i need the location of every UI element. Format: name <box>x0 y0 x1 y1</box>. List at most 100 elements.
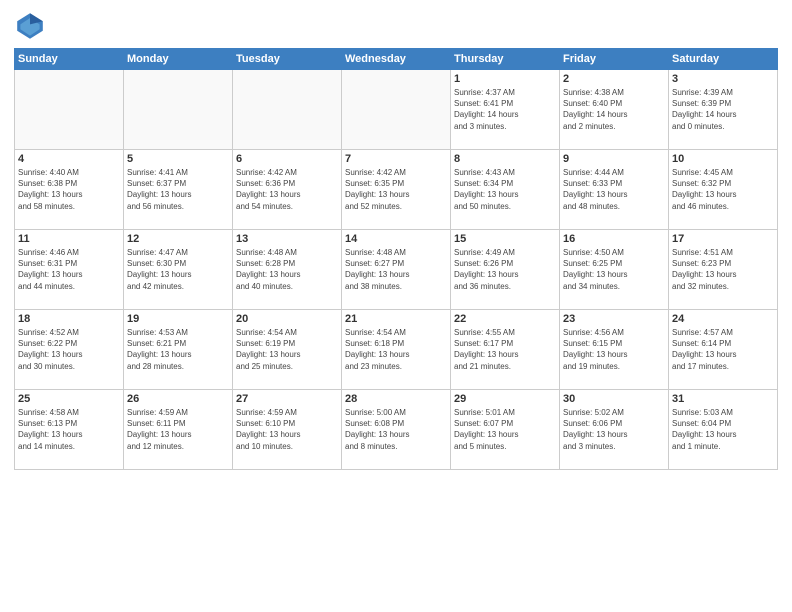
day-number: 15 <box>454 233 556 245</box>
day-cell: 6 Sunrise: 4:42 AM Sunset: 6:36 PM Daylig… <box>233 150 342 230</box>
day-info: Sunrise: 5:01 AM Sunset: 6:07 PM Dayligh… <box>454 407 556 452</box>
day-info: Sunrise: 4:37 AM Sunset: 6:41 PM Dayligh… <box>454 87 556 132</box>
day-cell: 8 Sunrise: 4:43 AM Sunset: 6:34 PM Daylig… <box>451 150 560 230</box>
day-cell: 22 Sunrise: 4:55 AM Sunset: 6:17 PM Dayli… <box>451 310 560 390</box>
day-number: 20 <box>236 313 338 325</box>
week-row-2: 4 Sunrise: 4:40 AM Sunset: 6:38 PM Daylig… <box>15 150 778 230</box>
day-info: Sunrise: 4:51 AM Sunset: 6:23 PM Dayligh… <box>672 247 774 292</box>
day-info: Sunrise: 4:40 AM Sunset: 6:38 PM Dayligh… <box>18 167 120 212</box>
day-number: 23 <box>563 313 665 325</box>
day-number: 22 <box>454 313 556 325</box>
header-cell-saturday: Saturday <box>669 49 778 70</box>
day-info: Sunrise: 4:57 AM Sunset: 6:14 PM Dayligh… <box>672 327 774 372</box>
day-cell <box>342 70 451 150</box>
day-info: Sunrise: 4:43 AM Sunset: 6:34 PM Dayligh… <box>454 167 556 212</box>
day-cell: 27 Sunrise: 4:59 AM Sunset: 6:10 PM Dayli… <box>233 390 342 470</box>
day-number: 9 <box>563 153 665 165</box>
week-row-5: 25 Sunrise: 4:58 AM Sunset: 6:13 PM Dayli… <box>15 390 778 470</box>
day-cell: 29 Sunrise: 5:01 AM Sunset: 6:07 PM Dayli… <box>451 390 560 470</box>
day-info: Sunrise: 5:03 AM Sunset: 6:04 PM Dayligh… <box>672 407 774 452</box>
day-cell: 23Sunrise: 4:56 AM Sunset: 6:15 PM Dayli… <box>560 310 669 390</box>
day-cell: 17Sunrise: 4:51 AM Sunset: 6:23 PM Dayli… <box>669 230 778 310</box>
day-cell <box>233 70 342 150</box>
page: SundayMondayTuesdayWednesdayThursdayFrid… <box>0 0 792 612</box>
day-number: 16 <box>563 233 665 245</box>
day-info: Sunrise: 4:58 AM Sunset: 6:13 PM Dayligh… <box>18 407 120 452</box>
header-cell-monday: Monday <box>124 49 233 70</box>
day-cell: 7 Sunrise: 4:42 AM Sunset: 6:35 PM Daylig… <box>342 150 451 230</box>
day-cell: 10 Sunrise: 4:45 AM Sunset: 6:32 PM Dayli… <box>669 150 778 230</box>
day-number: 8 <box>454 153 556 165</box>
header-cell-friday: Friday <box>560 49 669 70</box>
day-number: 25 <box>18 393 120 405</box>
day-number: 6 <box>236 153 338 165</box>
day-number: 2 <box>563 73 665 85</box>
day-info: Sunrise: 4:54 AM Sunset: 6:19 PM Dayligh… <box>236 327 338 372</box>
day-cell <box>124 70 233 150</box>
day-cell: 15 Sunrise: 4:49 AM Sunset: 6:26 PM Dayli… <box>451 230 560 310</box>
day-cell: 2 Sunrise: 4:38 AM Sunset: 6:40 PM Daylig… <box>560 70 669 150</box>
day-number: 27 <box>236 393 338 405</box>
day-number: 12 <box>127 233 229 245</box>
header-cell-sunday: Sunday <box>15 49 124 70</box>
header <box>14 10 778 42</box>
day-info: Sunrise: 4:42 AM Sunset: 6:35 PM Dayligh… <box>345 167 447 212</box>
day-info: Sunrise: 4:44 AM Sunset: 6:33 PM Dayligh… <box>563 167 665 212</box>
day-number: 13 <box>236 233 338 245</box>
day-number: 3 <box>672 73 774 85</box>
day-info: Sunrise: 4:48 AM Sunset: 6:28 PM Dayligh… <box>236 247 338 292</box>
logo-icon <box>14 10 46 42</box>
day-info: Sunrise: 4:38 AM Sunset: 6:40 PM Dayligh… <box>563 87 665 132</box>
day-info: Sunrise: 5:02 AM Sunset: 6:06 PM Dayligh… <box>563 407 665 452</box>
day-cell: 31 Sunrise: 5:03 AM Sunset: 6:04 PM Dayli… <box>669 390 778 470</box>
day-info: Sunrise: 4:52 AM Sunset: 6:22 PM Dayligh… <box>18 327 120 372</box>
day-cell: 13 Sunrise: 4:48 AM Sunset: 6:28 PM Dayli… <box>233 230 342 310</box>
day-info: Sunrise: 4:42 AM Sunset: 6:36 PM Dayligh… <box>236 167 338 212</box>
day-info: Sunrise: 4:59 AM Sunset: 6:11 PM Dayligh… <box>127 407 229 452</box>
day-cell: 19Sunrise: 4:53 AM Sunset: 6:21 PM Dayli… <box>124 310 233 390</box>
day-info: Sunrise: 4:50 AM Sunset: 6:25 PM Dayligh… <box>563 247 665 292</box>
day-info: Sunrise: 4:45 AM Sunset: 6:32 PM Dayligh… <box>672 167 774 212</box>
day-number: 11 <box>18 233 120 245</box>
day-number: 21 <box>345 313 447 325</box>
day-info: Sunrise: 4:46 AM Sunset: 6:31 PM Dayligh… <box>18 247 120 292</box>
header-cell-wednesday: Wednesday <box>342 49 451 70</box>
day-number: 29 <box>454 393 556 405</box>
header-row: SundayMondayTuesdayWednesdayThursdayFrid… <box>15 49 778 70</box>
day-info: Sunrise: 5:00 AM Sunset: 6:08 PM Dayligh… <box>345 407 447 452</box>
day-number: 18 <box>18 313 120 325</box>
day-number: 1 <box>454 73 556 85</box>
calendar-table: SundayMondayTuesdayWednesdayThursdayFrid… <box>14 48 778 470</box>
day-number: 31 <box>672 393 774 405</box>
day-info: Sunrise: 4:49 AM Sunset: 6:26 PM Dayligh… <box>454 247 556 292</box>
header-cell-tuesday: Tuesday <box>233 49 342 70</box>
day-number: 30 <box>563 393 665 405</box>
day-number: 4 <box>18 153 120 165</box>
day-info: Sunrise: 4:39 AM Sunset: 6:39 PM Dayligh… <box>672 87 774 132</box>
day-number: 26 <box>127 393 229 405</box>
day-cell: 18 Sunrise: 4:52 AM Sunset: 6:22 PM Dayli… <box>15 310 124 390</box>
day-info: Sunrise: 4:55 AM Sunset: 6:17 PM Dayligh… <box>454 327 556 372</box>
day-cell: 14Sunrise: 4:48 AM Sunset: 6:27 PM Dayli… <box>342 230 451 310</box>
day-number: 5 <box>127 153 229 165</box>
day-cell <box>15 70 124 150</box>
day-cell: 3 Sunrise: 4:39 AM Sunset: 6:39 PM Daylig… <box>669 70 778 150</box>
day-info: Sunrise: 4:54 AM Sunset: 6:18 PM Dayligh… <box>345 327 447 372</box>
week-row-1: 1 Sunrise: 4:37 AM Sunset: 6:41 PM Daylig… <box>15 70 778 150</box>
day-cell: 1 Sunrise: 4:37 AM Sunset: 6:41 PM Daylig… <box>451 70 560 150</box>
week-row-4: 18 Sunrise: 4:52 AM Sunset: 6:22 PM Dayli… <box>15 310 778 390</box>
day-cell: 21 Sunrise: 4:54 AM Sunset: 6:18 PM Dayli… <box>342 310 451 390</box>
day-cell: 24Sunrise: 4:57 AM Sunset: 6:14 PM Dayli… <box>669 310 778 390</box>
day-cell: 16 Sunrise: 4:50 AM Sunset: 6:25 PM Dayli… <box>560 230 669 310</box>
day-cell: 11 Sunrise: 4:46 AM Sunset: 6:31 PM Dayli… <box>15 230 124 310</box>
day-number: 7 <box>345 153 447 165</box>
day-number: 10 <box>672 153 774 165</box>
week-row-3: 11 Sunrise: 4:46 AM Sunset: 6:31 PM Dayli… <box>15 230 778 310</box>
day-info: Sunrise: 4:47 AM Sunset: 6:30 PM Dayligh… <box>127 247 229 292</box>
day-info: Sunrise: 4:59 AM Sunset: 6:10 PM Dayligh… <box>236 407 338 452</box>
day-info: Sunrise: 4:41 AM Sunset: 6:37 PM Dayligh… <box>127 167 229 212</box>
day-cell: 26 Sunrise: 4:59 AM Sunset: 6:11 PM Dayli… <box>124 390 233 470</box>
header-cell-thursday: Thursday <box>451 49 560 70</box>
day-cell: 9 Sunrise: 4:44 AM Sunset: 6:33 PM Daylig… <box>560 150 669 230</box>
day-number: 28 <box>345 393 447 405</box>
